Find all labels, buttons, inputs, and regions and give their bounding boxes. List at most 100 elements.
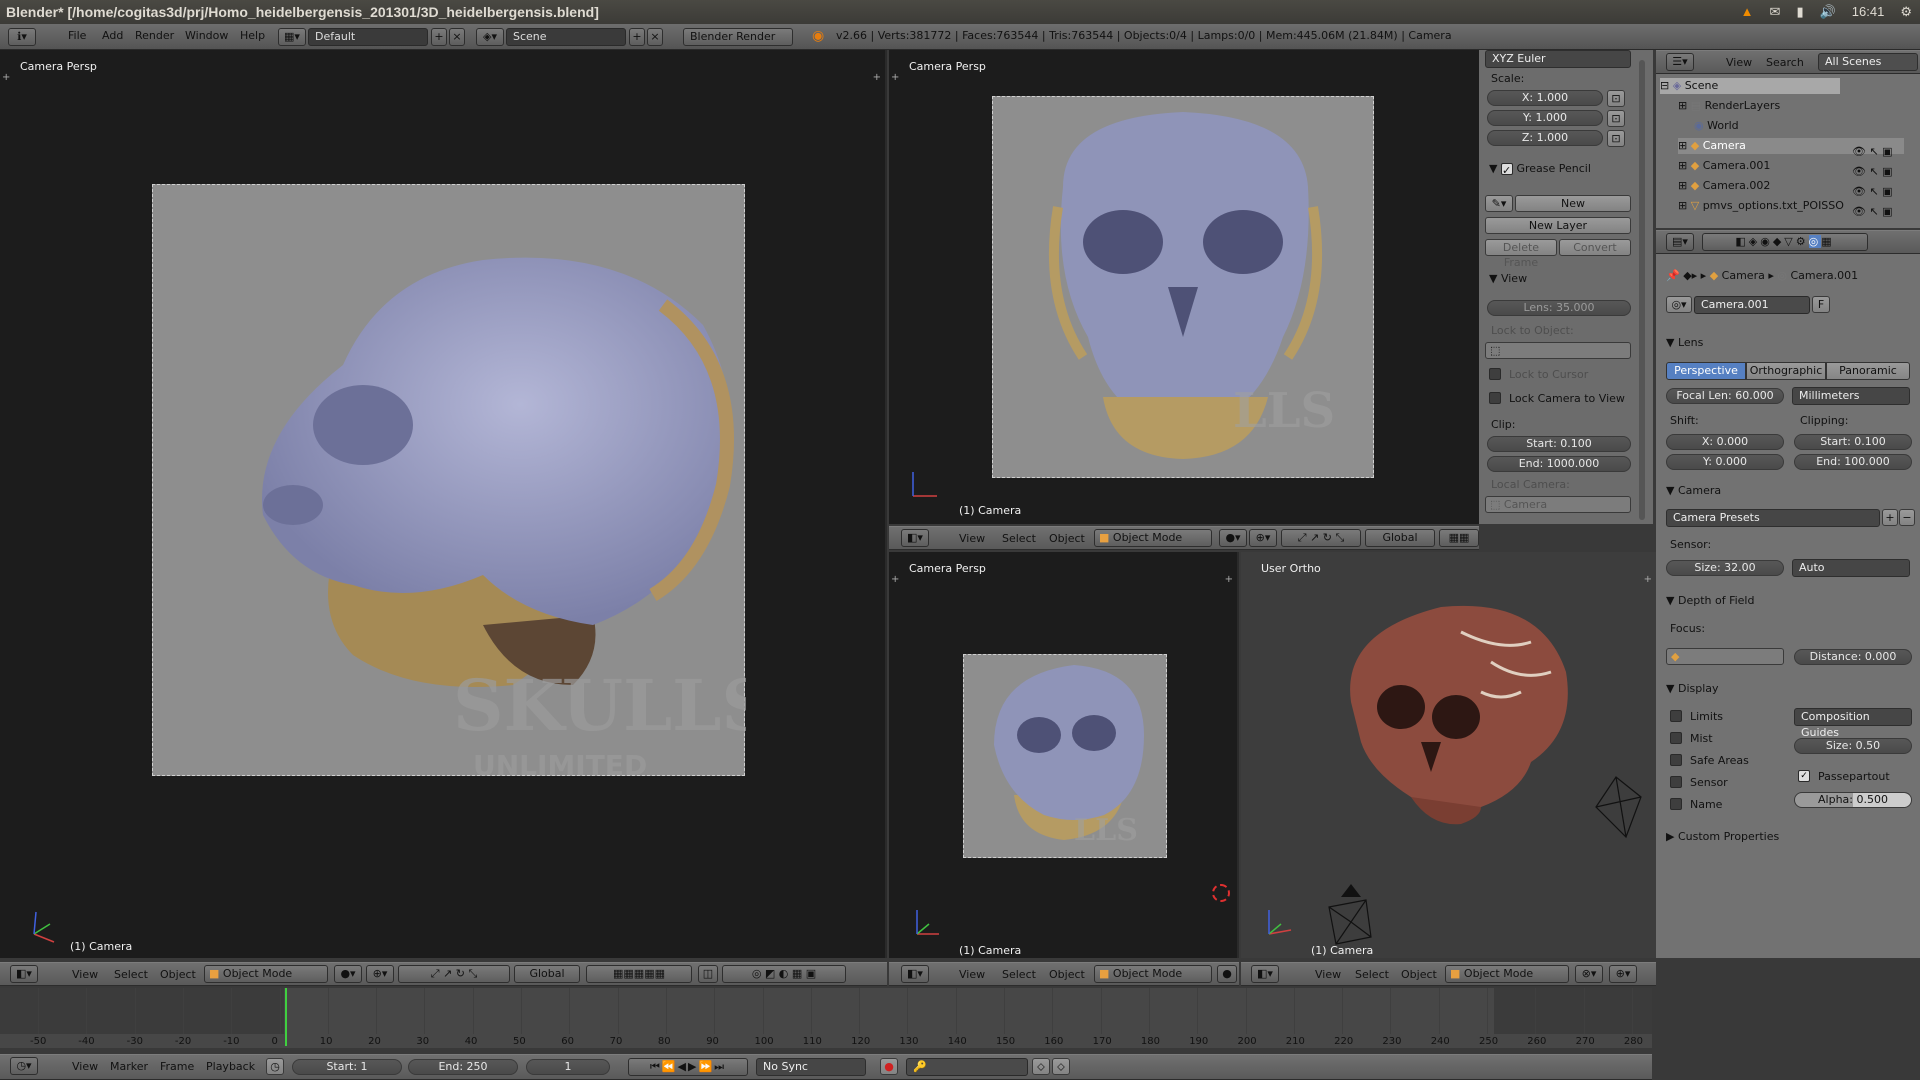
remove-scene-button[interactable]: × [647,28,663,46]
menu-view[interactable]: View [959,528,985,550]
shading-dropdown[interactable]: ●▾ [334,965,362,983]
scene-icon[interactable]: ◈▾ [476,28,504,46]
shift-x-field[interactable]: X: 0.000 [1666,434,1784,450]
current-frame-field[interactable]: 1 [526,1059,610,1075]
outliner-item-world[interactable]: ◉ World [1694,118,1739,134]
lock-to-cursor-checkbox[interactable] [1489,368,1501,380]
render-buttons[interactable]: ◎ ◩ ◐ ▦ ▣ [722,965,846,983]
3d-cursor-icon[interactable] [1212,884,1230,902]
menu-view[interactable]: View [1726,52,1752,74]
menu-view[interactable]: View [72,1056,98,1078]
network-icon[interactable]: ▮ [1796,0,1803,24]
grease-pencil-header[interactable]: ▼ ✓ Grease Pencil [1489,162,1591,177]
editor-type-button[interactable]: ℹ▾ [8,28,36,46]
fake-user-button[interactable]: F [1812,296,1830,313]
menu-help[interactable]: Help [240,25,265,47]
display-section-header[interactable]: ▼ Display [1666,682,1719,695]
pivot-dropdown[interactable]: ⊕▾ [1609,965,1637,983]
menu-frame[interactable]: Frame [160,1056,194,1078]
area-corner[interactable]: + [2,72,10,83]
mist-checkbox[interactable] [1670,732,1682,744]
viewport-user-ortho[interactable]: User Ortho + (1) Camera [1241,552,1656,958]
mail-icon[interactable]: ✉ [1770,0,1781,24]
menu-object[interactable]: Object [1049,964,1085,986]
custom-properties-header[interactable]: ▶ Custom Properties [1666,830,1779,843]
tab-orthographic[interactable]: Orthographic [1746,362,1826,380]
area-corner[interactable]: + [1644,574,1652,585]
menu-file[interactable]: File [68,25,86,47]
datablock-name-field[interactable]: Camera.001 [1694,296,1810,314]
lock-scale-z-icon[interactable]: ⊡ [1607,130,1625,147]
lock-scale-y-icon[interactable]: ⊡ [1607,110,1625,127]
timeline-editor[interactable]: -50 -40 -30 -20 -10 0 10 20 30 40 50 60 70 80 90 100 110… [0,988,1652,1048]
convert-button[interactable]: Convert [1559,239,1631,256]
menu-view[interactable]: View [959,964,985,986]
pivot-dropdown[interactable]: ⊕▾ [366,965,394,983]
clip-end-field[interactable]: End: 1000.000 [1487,456,1631,472]
camera-object-2[interactable] [1321,882,1381,952]
menu-view[interactable]: View [72,964,98,986]
orientation-dropdown[interactable]: Global [514,965,580,983]
record-icon[interactable]: ● [880,1058,898,1075]
datablock-browse-icon[interactable]: ◎▾ [1666,296,1692,313]
mode-dropdown[interactable]: ■ Object Mode [1094,965,1212,983]
lens-unit-dropdown[interactable]: Millimeters [1792,387,1910,405]
current-frame-marker[interactable] [285,988,287,1046]
sensor-fit-dropdown[interactable]: Auto [1792,559,1910,577]
preview-range-toggle[interactable]: ◷ [266,1058,284,1075]
viewport-camera-bottom-mid[interactable]: Camera Persp + + LLS (1) Camera [889,552,1239,958]
lock-scale-x-icon[interactable]: ⊡ [1607,90,1625,107]
start-frame-field[interactable]: Start: 1 [292,1059,402,1075]
outliner-item-camera-001[interactable]: ⊞ ◆ Camera.001 [1678,158,1770,174]
outliner-item-renderlayers[interactable]: ⊞ ▤ RenderLayers [1678,98,1780,114]
new-layer-button[interactable]: New Layer [1485,217,1631,234]
menu-select[interactable]: Select [1002,964,1036,986]
end-frame-field[interactable]: End: 250 [408,1059,518,1075]
mode-dropdown[interactable]: ■ Object Mode [1094,529,1212,547]
camera-object-1[interactable] [1586,772,1646,842]
context-tabs[interactable]: ◧◈◉◆▽⚙◎▦ [1702,233,1868,251]
camera-section-header[interactable]: ▼ Camera [1666,484,1721,497]
mode-dropdown[interactable]: ■ Object Mode [204,965,328,983]
lens-field[interactable]: Lens: 35.000 [1487,300,1631,316]
rotation-mode-dropdown[interactable]: XYZ Euler [1485,50,1631,68]
menu-add[interactable]: Add [102,25,123,47]
editor-type-button[interactable]: ◧▾ [1251,965,1279,983]
scale-x-field[interactable]: X: 1.000 [1487,90,1603,106]
name-checkbox[interactable] [1670,798,1682,810]
viewport-camera-top-right[interactable]: Camera Persp + LLS (1) Camera [889,50,1479,524]
menu-object[interactable]: Object [1401,964,1437,986]
add-screen-button[interactable]: + [431,28,447,46]
editor-type-button[interactable]: ◧▾ [10,965,38,983]
screen-layout-icon[interactable]: ▦▾ [278,28,306,46]
menu-object[interactable]: Object [1049,528,1085,550]
editor-type-button[interactable]: ▤▾ [1666,233,1694,251]
view-section-header[interactable]: ▼ View [1489,272,1527,285]
pencil-icon[interactable]: ✎▾ [1485,195,1513,212]
display-filter-dropdown[interactable]: All Scenes [1818,53,1918,71]
area-corner[interactable]: + [1225,574,1233,585]
shift-y-field[interactable]: Y: 0.000 [1666,454,1784,470]
grease-pencil-checkbox[interactable]: ✓ [1500,163,1513,177]
scale-z-field[interactable]: Z: 1.000 [1487,130,1603,146]
sensor-size-field[interactable]: Size: 32.00 [1666,560,1784,576]
manipulator-toggle[interactable]: ⤢ ↗ ↻ ⤡ [398,965,510,983]
shading-dropdown[interactable]: ● [1217,965,1237,983]
keying-set-field[interactable]: 🔑 [906,1058,1028,1076]
dof-section-header[interactable]: ▼ Depth of Field [1666,594,1754,607]
menu-marker[interactable]: Marker [110,1056,148,1078]
clipping-end-field[interactable]: End: 100.000 [1794,454,1912,470]
menu-object[interactable]: Object [160,964,196,986]
new-grease-pencil-button[interactable]: New [1515,195,1631,212]
editor-type-button[interactable]: ☰▾ [1666,53,1694,71]
scene-field[interactable]: Scene [506,28,626,46]
menu-select[interactable]: Select [1002,528,1036,550]
clipping-start-field[interactable]: Start: 0.100 [1794,434,1912,450]
focal-length-field[interactable]: Focal Len: 60.000 [1666,388,1784,404]
outliner-item-scene[interactable]: ⊟ ◈ Scene [1660,78,1840,94]
outliner-item-camera-002[interactable]: ⊞ ◆ Camera.002 [1678,178,1770,194]
area-corner[interactable]: + [891,574,899,585]
menu-select[interactable]: Select [114,964,148,986]
composition-guides-dropdown[interactable]: Composition Guides [1794,708,1912,739]
tab-panoramic[interactable]: Panoramic [1826,362,1910,380]
